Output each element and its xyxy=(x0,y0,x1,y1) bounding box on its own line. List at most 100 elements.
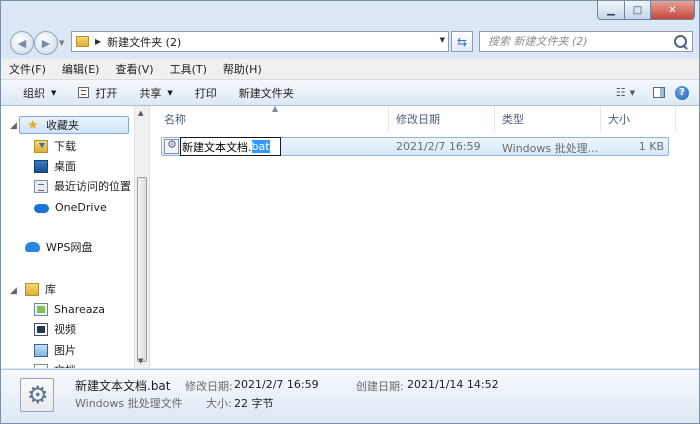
file-size-cell: 1 KB xyxy=(638,140,664,153)
nav-shareaza-label: Shareaza xyxy=(54,302,105,316)
nav-wps-drive[interactable]: WPS网盘 xyxy=(25,238,93,256)
expand-favorites-icon[interactable]: ◢ xyxy=(10,121,17,131)
table-row[interactable]: 新建文本文档.bat 2021/2/7 16:59 Windows 批处理...… xyxy=(161,137,669,156)
details-pane: 新建文本文档.bat Windows 批处理文件 修改日期: 2021/2/7 … xyxy=(1,369,699,423)
desktop-icon xyxy=(34,159,48,173)
search-icon[interactable] xyxy=(674,35,687,48)
nav-onedrive[interactable]: OneDrive xyxy=(34,198,107,216)
rename-base-text: 新建文本文档. xyxy=(182,140,252,154)
pictures-icon xyxy=(34,343,48,357)
organize-label: 组织 xyxy=(23,86,45,100)
nav-documents[interactable]: 文档 xyxy=(34,361,76,368)
view-options-dropdown-icon[interactable]: ▼ xyxy=(630,89,635,97)
nav-downloads[interactable]: 下载 xyxy=(34,137,76,155)
forward-button[interactable]: ▶ xyxy=(34,31,58,55)
close-icon: ✕ xyxy=(668,4,677,16)
details-modified-label: 修改日期: xyxy=(185,380,233,393)
nav-wps-label: WPS网盘 xyxy=(46,241,93,254)
open-icon xyxy=(78,87,90,98)
shareaza-icon xyxy=(34,302,48,316)
scroll-thumb[interactable] xyxy=(137,177,147,362)
folder-icon xyxy=(76,36,89,47)
column-type-label: 类型 xyxy=(502,113,524,126)
nav-desktop[interactable]: 桌面 xyxy=(34,157,76,175)
menu-tools[interactable]: 工具(T) xyxy=(162,61,215,77)
batch-file-large-icon xyxy=(20,378,54,412)
open-label: 打开 xyxy=(95,86,118,100)
nav-favorites[interactable]: ★ 收藏夹 xyxy=(19,116,129,134)
column-header-name[interactable]: 名称 xyxy=(157,106,389,132)
nav-videos[interactable]: 视频 xyxy=(34,320,76,338)
new-folder-label: 新建文件夹 xyxy=(238,86,294,100)
star-icon: ★ xyxy=(27,117,39,133)
close-button[interactable]: ✕ xyxy=(651,1,695,20)
scroll-up-icon[interactable]: ▲ xyxy=(138,109,143,117)
video-icon xyxy=(34,322,48,336)
back-button[interactable]: ◀ xyxy=(10,31,34,55)
maximize-icon: □ xyxy=(632,4,643,16)
expand-libraries-icon[interactable]: ◢ xyxy=(10,286,17,296)
details-size-value: 22 字节 xyxy=(234,397,274,410)
address-bar[interactable]: ▶ 新建文件夹 (2) ▼ xyxy=(71,31,449,52)
breadcrumb-current-folder[interactable]: 新建文件夹 (2) xyxy=(107,34,181,50)
documents-icon xyxy=(34,363,48,368)
nav-pictures[interactable]: 图片 xyxy=(34,341,76,359)
rename-input[interactable]: 新建文本文档. bat xyxy=(180,137,281,156)
help-icon[interactable]: ? xyxy=(675,85,689,100)
nav-documents-label: 文档 xyxy=(54,362,76,368)
recent-pages-dropdown-icon[interactable]: ▼ xyxy=(59,39,64,47)
address-row: ◀ ▶ ▼ ▶ 新建文件夹 (2) ▼ ⇆ xyxy=(1,27,699,57)
menu-bar: 文件(F) 编辑(E) 查看(V) 工具(T) 帮助(H) xyxy=(1,59,699,80)
change-view-icon[interactable]: ☷ xyxy=(616,86,626,99)
window-controls: ▁ □ ✕ xyxy=(597,1,695,21)
column-modified-label: 修改日期 xyxy=(396,113,440,126)
share-label: 共享 xyxy=(139,86,162,100)
menu-view[interactable]: 查看(V) xyxy=(107,61,161,77)
details-file-name: 新建文本文档.bat xyxy=(75,379,171,393)
nav-recent-places[interactable]: 最近访问的位置 xyxy=(34,177,131,195)
column-header-modified[interactable]: 修改日期 xyxy=(389,106,495,132)
preview-pane-icon[interactable] xyxy=(653,87,665,98)
column-header-size[interactable]: 大小 xyxy=(601,106,676,132)
breadcrumb-arrow-icon[interactable]: ▶ xyxy=(95,37,101,46)
details-created-label: 创建日期: xyxy=(356,380,404,393)
search-box[interactable] xyxy=(479,31,693,52)
refresh-button[interactable]: ⇆ xyxy=(451,31,473,52)
minimize-button[interactable]: ▁ xyxy=(597,1,625,20)
details-modified-value: 2021/2/7 16:59 xyxy=(234,378,319,391)
nav-scrollbar[interactable]: ▲ ▼ xyxy=(134,106,149,368)
address-dropdown-icon[interactable]: ▼ xyxy=(440,36,445,44)
file-modified-cell: 2021/2/7 16:59 xyxy=(396,140,481,153)
nav-shareaza[interactable]: Shareaza xyxy=(34,300,105,318)
organize-button[interactable]: 组织 ▼ xyxy=(1,80,67,105)
nav-onedrive-label: OneDrive xyxy=(55,200,107,214)
file-list-pane: ▲ 名称 修改日期 类型 大小 新建文本文档.bat 2021/2/7 16:5… xyxy=(150,104,699,368)
onedrive-cloud-icon xyxy=(34,203,49,213)
share-button[interactable]: 共享 ▼ xyxy=(128,80,183,105)
nav-libraries[interactable]: 库 xyxy=(25,280,56,298)
column-size-label: 大小 xyxy=(608,113,630,126)
forward-arrow-icon: ▶ xyxy=(41,36,51,50)
menu-file[interactable]: 文件(F) xyxy=(1,61,54,77)
library-icon xyxy=(25,282,39,296)
print-label: 打印 xyxy=(194,86,217,100)
minimize-icon: ▁ xyxy=(607,4,615,16)
maximize-button[interactable]: □ xyxy=(625,1,651,20)
print-button[interactable]: 打印 xyxy=(184,80,228,105)
details-size-label: 大小: xyxy=(206,397,232,410)
wps-cloud-icon xyxy=(25,242,40,252)
menu-help[interactable]: 帮助(H) xyxy=(215,61,270,77)
scroll-down-icon[interactable]: ▼ xyxy=(138,357,143,365)
search-input[interactable] xyxy=(486,34,670,49)
column-name-label: 名称 xyxy=(164,113,186,126)
new-folder-button[interactable]: 新建文件夹 xyxy=(228,80,305,105)
file-type-cell: Windows 批处理... xyxy=(502,142,599,155)
rename-selected-extension: bat xyxy=(251,140,270,153)
nav-favorites-label: 收藏夹 xyxy=(46,119,79,132)
column-header-type[interactable]: 类型 xyxy=(495,106,601,132)
toolbar-right: ☷ ▼ ? xyxy=(616,80,689,105)
chevron-down-icon: ▼ xyxy=(167,88,173,97)
menu-edit[interactable]: 编辑(E) xyxy=(54,61,108,77)
open-button[interactable]: 打开 xyxy=(67,80,128,105)
refresh-icon: ⇆ xyxy=(456,34,468,49)
